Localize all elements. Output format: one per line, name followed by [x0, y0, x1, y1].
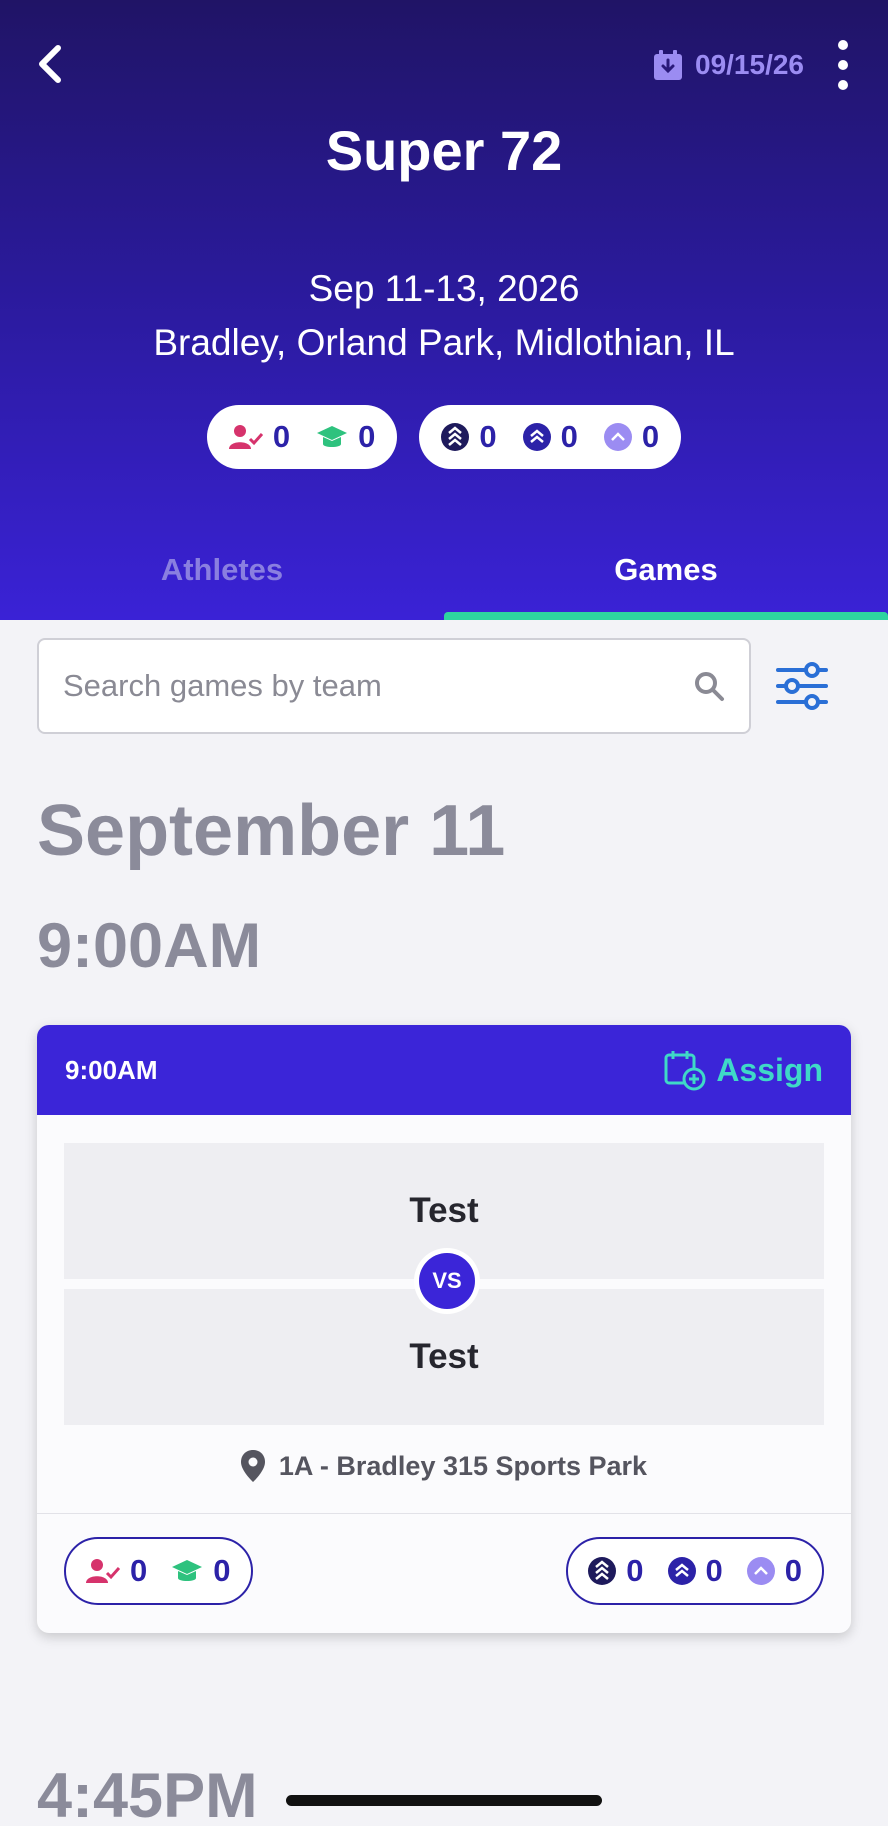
level-low-icon	[746, 1557, 775, 1585]
game-people-count: 0	[130, 1553, 148, 1588]
user-check-icon	[86, 1559, 120, 1583]
calendar-add-icon	[664, 1051, 706, 1091]
level-high-icon	[588, 1557, 617, 1585]
home-indicator	[286, 1795, 602, 1806]
level-high-count: 0	[479, 419, 497, 454]
game-card[interactable]: 9:00AM Assign Test Test VS 1A - Bradley …	[37, 1025, 851, 1633]
search-icon[interactable]	[693, 670, 725, 702]
download-calendar-icon	[654, 50, 682, 80]
kebab-dot-icon	[838, 60, 848, 70]
game-level-low-count: 0	[784, 1553, 802, 1588]
filter-button[interactable]	[776, 660, 828, 712]
graduation-cap-icon	[317, 426, 348, 447]
game-level-mid-count: 0	[705, 1553, 723, 1588]
vs-label: VS	[419, 1253, 475, 1309]
level-stats-pill: 0 0 0	[419, 405, 682, 469]
graduation-cap-icon	[172, 1560, 203, 1581]
schedule-date-heading: September 11	[37, 791, 506, 871]
tab-games[interactable]: Games	[444, 520, 888, 620]
venue-name: 1A - Bradley 315 Sports Park	[278, 1450, 648, 1481]
event-location: Bradley, Orland Park, Midlothian, IL	[153, 322, 735, 363]
assign-button[interactable]: Assign	[664, 1049, 823, 1091]
search-input[interactable]	[63, 668, 693, 704]
chevron-left-icon	[39, 45, 61, 83]
more-menu-button[interactable]	[834, 40, 852, 90]
event-dates: Sep 11-13, 2026	[308, 268, 580, 309]
time-group-heading: 4:45PM	[37, 1761, 258, 1826]
kebab-dot-icon	[838, 80, 848, 90]
tab-bar: Athletes Games	[0, 520, 888, 620]
people-stats-pill: 0 0	[206, 405, 398, 469]
map-pin-icon	[240, 1450, 265, 1482]
download-date-chip[interactable]: 09/15/26	[653, 49, 804, 81]
venue-row: 1A - Bradley 315 Sports Park	[37, 1450, 851, 1482]
card-divider	[37, 1513, 851, 1514]
level-mid-count: 0	[560, 419, 578, 454]
game-level-stats: 0 0 0	[566, 1537, 824, 1605]
game-people-stats: 0 0	[64, 1537, 253, 1605]
level-low-icon	[603, 423, 632, 451]
user-check-icon	[228, 425, 263, 449]
people-count: 0	[272, 419, 291, 454]
game-graduates-count: 0	[213, 1553, 231, 1588]
vs-badge: VS	[414, 1248, 480, 1314]
download-date: 09/15/26	[695, 49, 804, 80]
game-level-high-count: 0	[626, 1553, 644, 1588]
game-card-header: 9:00AM Assign	[37, 1025, 851, 1115]
level-mid-icon	[667, 1557, 696, 1585]
tab-athletes[interactable]: Athletes	[0, 520, 444, 620]
level-mid-icon	[522, 423, 551, 451]
level-low-count: 0	[641, 419, 660, 454]
search-box	[37, 638, 751, 734]
game-time: 9:00AM	[65, 1054, 158, 1085]
sliders-icon	[776, 662, 828, 710]
event-title: Super 72	[325, 119, 563, 182]
kebab-dot-icon	[838, 40, 848, 50]
assign-label: Assign	[716, 1051, 823, 1088]
event-header: 09/15/26 Super 72 Sep 11-13, 2026 Bradle…	[0, 0, 888, 620]
matchup: Test Test VS	[64, 1143, 824, 1425]
back-button[interactable]	[30, 40, 70, 88]
time-group-heading: 9:00AM	[37, 911, 262, 981]
level-high-icon	[441, 423, 470, 451]
graduates-count: 0	[358, 419, 376, 454]
